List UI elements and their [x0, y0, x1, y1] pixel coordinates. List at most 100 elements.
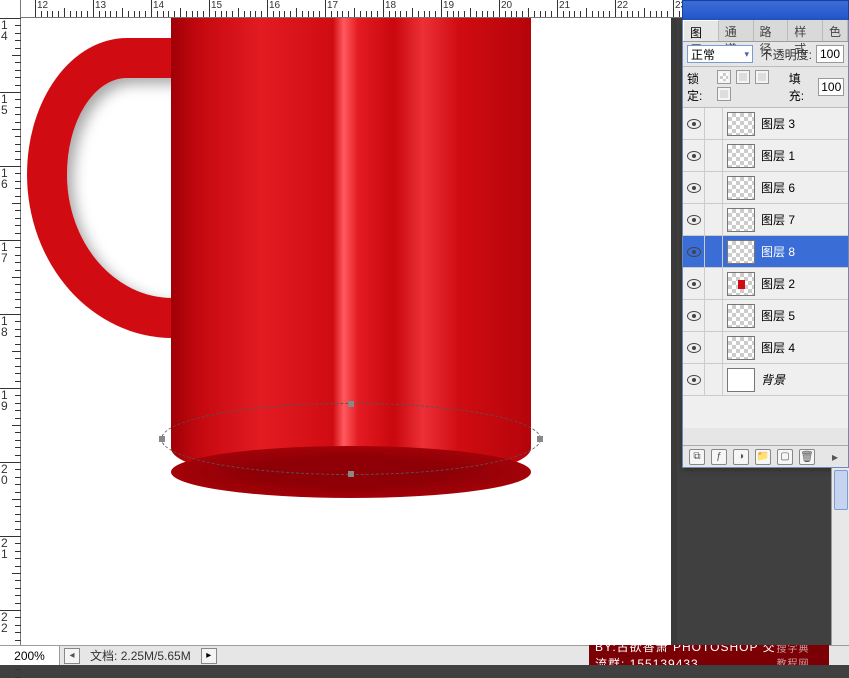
ruler-h-label: 19: [443, 0, 454, 11]
tab-styles[interactable]: 样式: [788, 20, 823, 41]
zoom-field[interactable]: 200%: [0, 646, 60, 665]
transform-handle-top[interactable]: [348, 401, 354, 407]
layer-visibility-toggle[interactable]: [683, 300, 705, 331]
layer-link-col[interactable]: [705, 140, 723, 171]
canvas[interactable]: [21, 18, 671, 645]
ruler-h-label: 13: [95, 0, 106, 11]
layer-name-label[interactable]: 图层 7: [759, 211, 848, 228]
layer-visibility-toggle[interactable]: [683, 108, 705, 139]
layer-visibility-toggle[interactable]: [683, 236, 705, 267]
transform-handle-right[interactable]: [537, 436, 543, 442]
opacity-input[interactable]: 100: [816, 45, 844, 63]
layer-row[interactable]: 图层 2: [683, 268, 848, 300]
new-layer-icon[interactable]: [777, 449, 793, 465]
layer-name-label[interactable]: 图层 4: [759, 339, 848, 356]
layer-visibility-toggle[interactable]: [683, 364, 705, 395]
delete-layer-icon[interactable]: [799, 449, 815, 465]
lock-all-icon[interactable]: [717, 87, 731, 101]
layer-thumbnail[interactable]: [727, 336, 755, 360]
panel-menu-icon[interactable]: ▸: [828, 450, 842, 464]
layer-name-label[interactable]: 图层 2: [759, 275, 848, 292]
status-left-arrow-icon[interactable]: ◂: [64, 648, 80, 664]
layer-row[interactable]: 图层 8: [683, 236, 848, 268]
lock-pixels-icon[interactable]: [736, 70, 750, 84]
chevron-down-icon: ▾: [744, 49, 749, 60]
layer-visibility-toggle[interactable]: [683, 332, 705, 363]
doc-value-text: 2.25M/5.65M: [121, 649, 191, 663]
layer-row[interactable]: 图层 1: [683, 140, 848, 172]
layer-visibility-toggle[interactable]: [683, 204, 705, 235]
ruler-v-label: 17: [1, 242, 11, 264]
transform-selection-ellipse[interactable]: [161, 403, 541, 475]
new-group-icon[interactable]: [755, 449, 771, 465]
transform-handle-left[interactable]: [159, 436, 165, 442]
fill-input[interactable]: 100: [818, 78, 844, 96]
tab-layers[interactable]: 图层: [683, 20, 719, 41]
layer-style-icon[interactable]: [711, 449, 727, 465]
layer-name-label[interactable]: 背景: [759, 371, 848, 388]
lock-transparency-icon[interactable]: [717, 70, 731, 84]
layer-name-label[interactable]: 图层 6: [759, 179, 848, 196]
layer-row[interactable]: 图层 4: [683, 332, 848, 364]
link-layers-icon[interactable]: [689, 449, 705, 465]
layer-link-col[interactable]: [705, 268, 723, 299]
panel-tabs: 图层 通道 路径 样式 色: [683, 20, 848, 42]
doc-size-label: 文档: 2.25M/5.65M: [84, 647, 197, 664]
ruler-v-label: 20: [1, 464, 11, 486]
eye-icon: [687, 375, 701, 385]
ruler-h-label: 20: [501, 0, 512, 11]
layer-name-label[interactable]: 图层 3: [759, 115, 848, 132]
ruler-v-label: 18: [1, 316, 11, 338]
layer-row[interactable]: 图层 3: [683, 108, 848, 140]
ruler-h-label: 18: [385, 0, 396, 11]
layer-thumbnail[interactable]: [727, 208, 755, 232]
tab-color[interactable]: 色: [823, 20, 848, 41]
layer-link-col[interactable]: [705, 332, 723, 363]
eye-icon: [687, 151, 701, 161]
ruler-h-label: 22: [617, 0, 628, 11]
layer-link-col[interactable]: [705, 300, 723, 331]
layer-visibility-toggle[interactable]: [683, 140, 705, 171]
layer-row[interactable]: 图层 7: [683, 204, 848, 236]
layer-link-col[interactable]: [705, 172, 723, 203]
ruler-h-label: 12: [37, 0, 48, 11]
eye-icon: [687, 119, 701, 129]
layer-thumbnail[interactable]: [727, 368, 755, 392]
vertical-ruler[interactable]: 141516171819202122: [0, 0, 21, 645]
layer-thumbnail[interactable]: [727, 272, 755, 296]
layer-thumbnail[interactable]: [727, 176, 755, 200]
status-menu-arrow-icon[interactable]: ▸: [201, 648, 217, 664]
layer-thumbnail[interactable]: [727, 240, 755, 264]
tab-paths[interactable]: 路径: [754, 20, 789, 41]
watermark-strip: BY:古欲香萧 PHOTOSHOP 交流群: 155139433 搜字典 教程网: [589, 645, 829, 665]
layer-row[interactable]: 背景: [683, 364, 848, 396]
layer-link-col[interactable]: [705, 236, 723, 267]
ruler-v-label: 16: [1, 168, 11, 190]
lock-position-icon[interactable]: [755, 70, 769, 84]
layer-name-label[interactable]: 图层 1: [759, 147, 848, 164]
eye-icon: [687, 247, 701, 257]
layer-link-col[interactable]: [705, 108, 723, 139]
layer-mask-icon[interactable]: [733, 449, 749, 465]
layer-row[interactable]: 图层 5: [683, 300, 848, 332]
layer-link-col[interactable]: [705, 204, 723, 235]
layer-thumbnail[interactable]: [727, 304, 755, 328]
layer-link-col[interactable]: [705, 364, 723, 395]
layer-visibility-toggle[interactable]: [683, 172, 705, 203]
vertical-scrollbar[interactable]: [831, 468, 849, 645]
layer-visibility-toggle[interactable]: [683, 268, 705, 299]
layer-name-label[interactable]: 图层 8: [759, 243, 848, 260]
transform-handle-bottom[interactable]: [348, 471, 354, 477]
scrollbar-thumb[interactable]: [834, 470, 848, 510]
eye-icon: [687, 215, 701, 225]
ruler-h-label: 14: [153, 0, 164, 11]
panel-titlebar[interactable]: [682, 0, 849, 20]
tab-channels[interactable]: 通道: [719, 20, 754, 41]
layer-row[interactable]: 图层 6: [683, 172, 848, 204]
layers-list: 图层 3 图层 1 图层 6 图层 7 图层 8 图层 2 图层 5 图层 4 背景: [683, 108, 848, 428]
blend-mode-value: 正常: [691, 46, 715, 63]
layer-thumbnail[interactable]: [727, 144, 755, 168]
layer-thumbnail[interactable]: [727, 112, 755, 136]
blend-mode-dropdown[interactable]: 正常 ▾: [687, 45, 753, 63]
layer-name-label[interactable]: 图层 5: [759, 307, 848, 324]
